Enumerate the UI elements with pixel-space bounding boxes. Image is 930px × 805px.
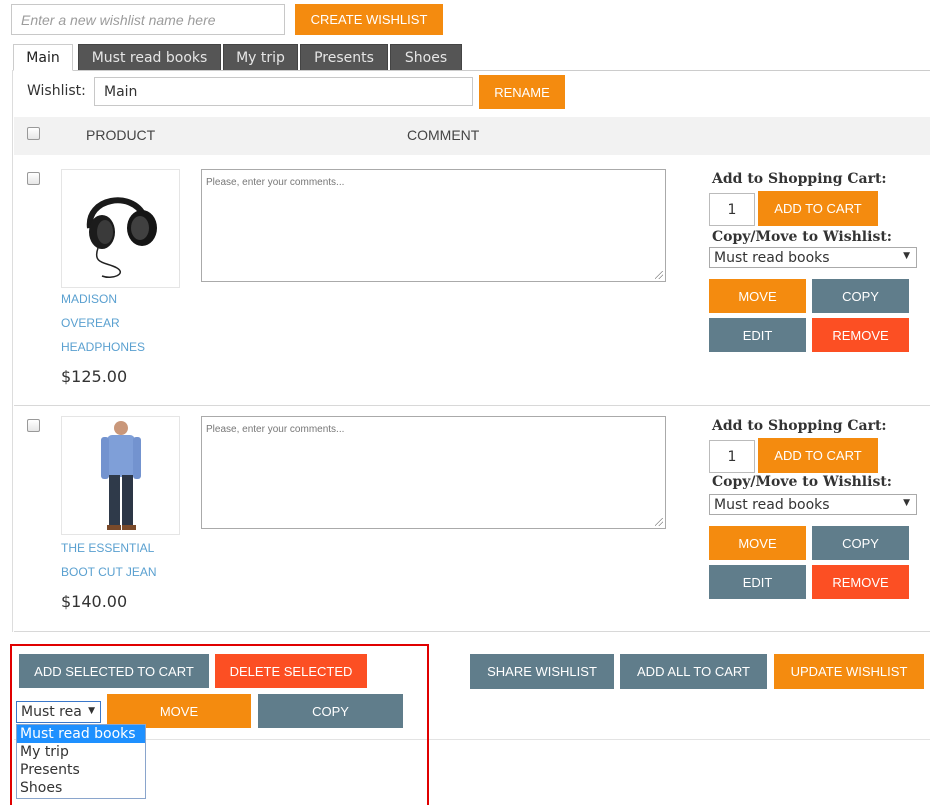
target-wishlist-select[interactable]: Must read books ▼	[709, 247, 917, 268]
product-image[interactable]	[61, 169, 180, 288]
select-all-checkbox[interactable]	[27, 127, 40, 140]
wishlist-name-input[interactable]: Main	[94, 77, 473, 106]
comment-textarea[interactable]: Please, enter your comments...	[201, 169, 666, 282]
content-left-border	[12, 70, 13, 632]
product-price: $125.00	[61, 367, 128, 386]
headphones-icon	[86, 197, 157, 279]
wishlist-label: Wishlist:	[27, 83, 86, 99]
move-button[interactable]: MOVE	[709, 526, 806, 560]
target-wishlist-value: Must read books	[714, 249, 830, 266]
product-name-line: HEADPHONES	[61, 340, 146, 354]
wishlist-name-value: Main	[104, 83, 138, 100]
product-name-link[interactable]: MADISON OVEREAR HEADPHONES	[61, 287, 191, 359]
product-price: $140.00	[61, 592, 128, 611]
share-wishlist-button[interactable]: SHARE WISHLIST	[470, 654, 614, 689]
product-name-line: THE ESSENTIAL	[61, 541, 155, 555]
move-button[interactable]: MOVE	[709, 279, 806, 313]
item-checkbox[interactable]	[27, 172, 40, 185]
remove-button[interactable]: REMOVE	[812, 565, 909, 599]
copy-button[interactable]: COPY	[812, 526, 909, 560]
product-image[interactable]	[61, 416, 180, 535]
tab-my-trip[interactable]: My trip	[223, 44, 298, 70]
product-name-line: BOOT CUT JEAN	[61, 565, 157, 579]
product-name-link[interactable]: THE ESSENTIAL BOOT CUT JEAN	[61, 536, 191, 584]
copy-move-heading: Copy/Move to Wishlist:	[712, 229, 892, 245]
add-to-cart-heading: Add to Shopping Cart:	[712, 171, 887, 187]
dropdown-arrow-icon: ▼	[903, 498, 910, 508]
quantity-input[interactable]: 1	[709, 440, 755, 473]
comment-placeholder: Please, enter your comments...	[206, 177, 345, 188]
copy-move-heading: Copy/Move to Wishlist:	[712, 474, 892, 490]
row-divider	[14, 631, 930, 632]
add-to-cart-button[interactable]: ADD TO CART	[758, 191, 878, 226]
dropdown-arrow-icon: ▼	[903, 251, 910, 261]
resize-grip-icon[interactable]	[655, 271, 663, 279]
header-comment: COMMENT	[407, 127, 480, 143]
list-item: MADISON OVEREAR HEADPHONES $125.00 Pleas…	[0, 155, 930, 405]
tab-presents[interactable]: Presents	[300, 44, 388, 70]
tabs-underline	[12, 70, 930, 71]
man-in-jeans-icon	[101, 421, 141, 530]
comment-placeholder: Please, enter your comments...	[206, 424, 345, 435]
new-wishlist-placeholder: Enter a new wishlist name here	[21, 11, 216, 28]
create-wishlist-button[interactable]: CREATE WISHLIST	[295, 4, 443, 35]
tab-shoes[interactable]: Shoes	[390, 44, 462, 70]
edit-button[interactable]: EDIT	[709, 318, 806, 352]
update-wishlist-button[interactable]: UPDATE WISHLIST	[774, 654, 924, 689]
add-to-cart-button[interactable]: ADD TO CART	[758, 438, 878, 473]
tab-must-read-books[interactable]: Must read books	[78, 44, 221, 70]
rename-button[interactable]: RENAME	[479, 75, 565, 109]
remove-button[interactable]: REMOVE	[812, 318, 909, 352]
add-to-cart-heading: Add to Shopping Cart:	[712, 418, 887, 434]
product-name-line: OVEREAR	[61, 316, 120, 330]
target-wishlist-select[interactable]: Must read books ▼	[709, 494, 917, 515]
resize-grip-icon[interactable]	[655, 518, 663, 526]
item-checkbox[interactable]	[27, 419, 40, 432]
header-product: PRODUCT	[86, 127, 156, 143]
quantity-input[interactable]: 1	[709, 193, 755, 226]
product-name-line: MADISON	[61, 292, 118, 306]
highlight-frame	[10, 644, 429, 805]
tab-main[interactable]: Main	[13, 44, 73, 71]
list-item: THE ESSENTIAL BOOT CUT JEAN $140.00 Plea…	[0, 402, 930, 632]
copy-button[interactable]: COPY	[812, 279, 909, 313]
target-wishlist-value: Must read books	[714, 496, 830, 513]
edit-button[interactable]: EDIT	[709, 565, 806, 599]
comment-textarea[interactable]: Please, enter your comments...	[201, 416, 666, 529]
add-all-to-cart-button[interactable]: ADD ALL TO CART	[620, 654, 767, 689]
table-header: PRODUCT COMMENT	[14, 117, 930, 155]
new-wishlist-input[interactable]: Enter a new wishlist name here	[11, 4, 285, 35]
